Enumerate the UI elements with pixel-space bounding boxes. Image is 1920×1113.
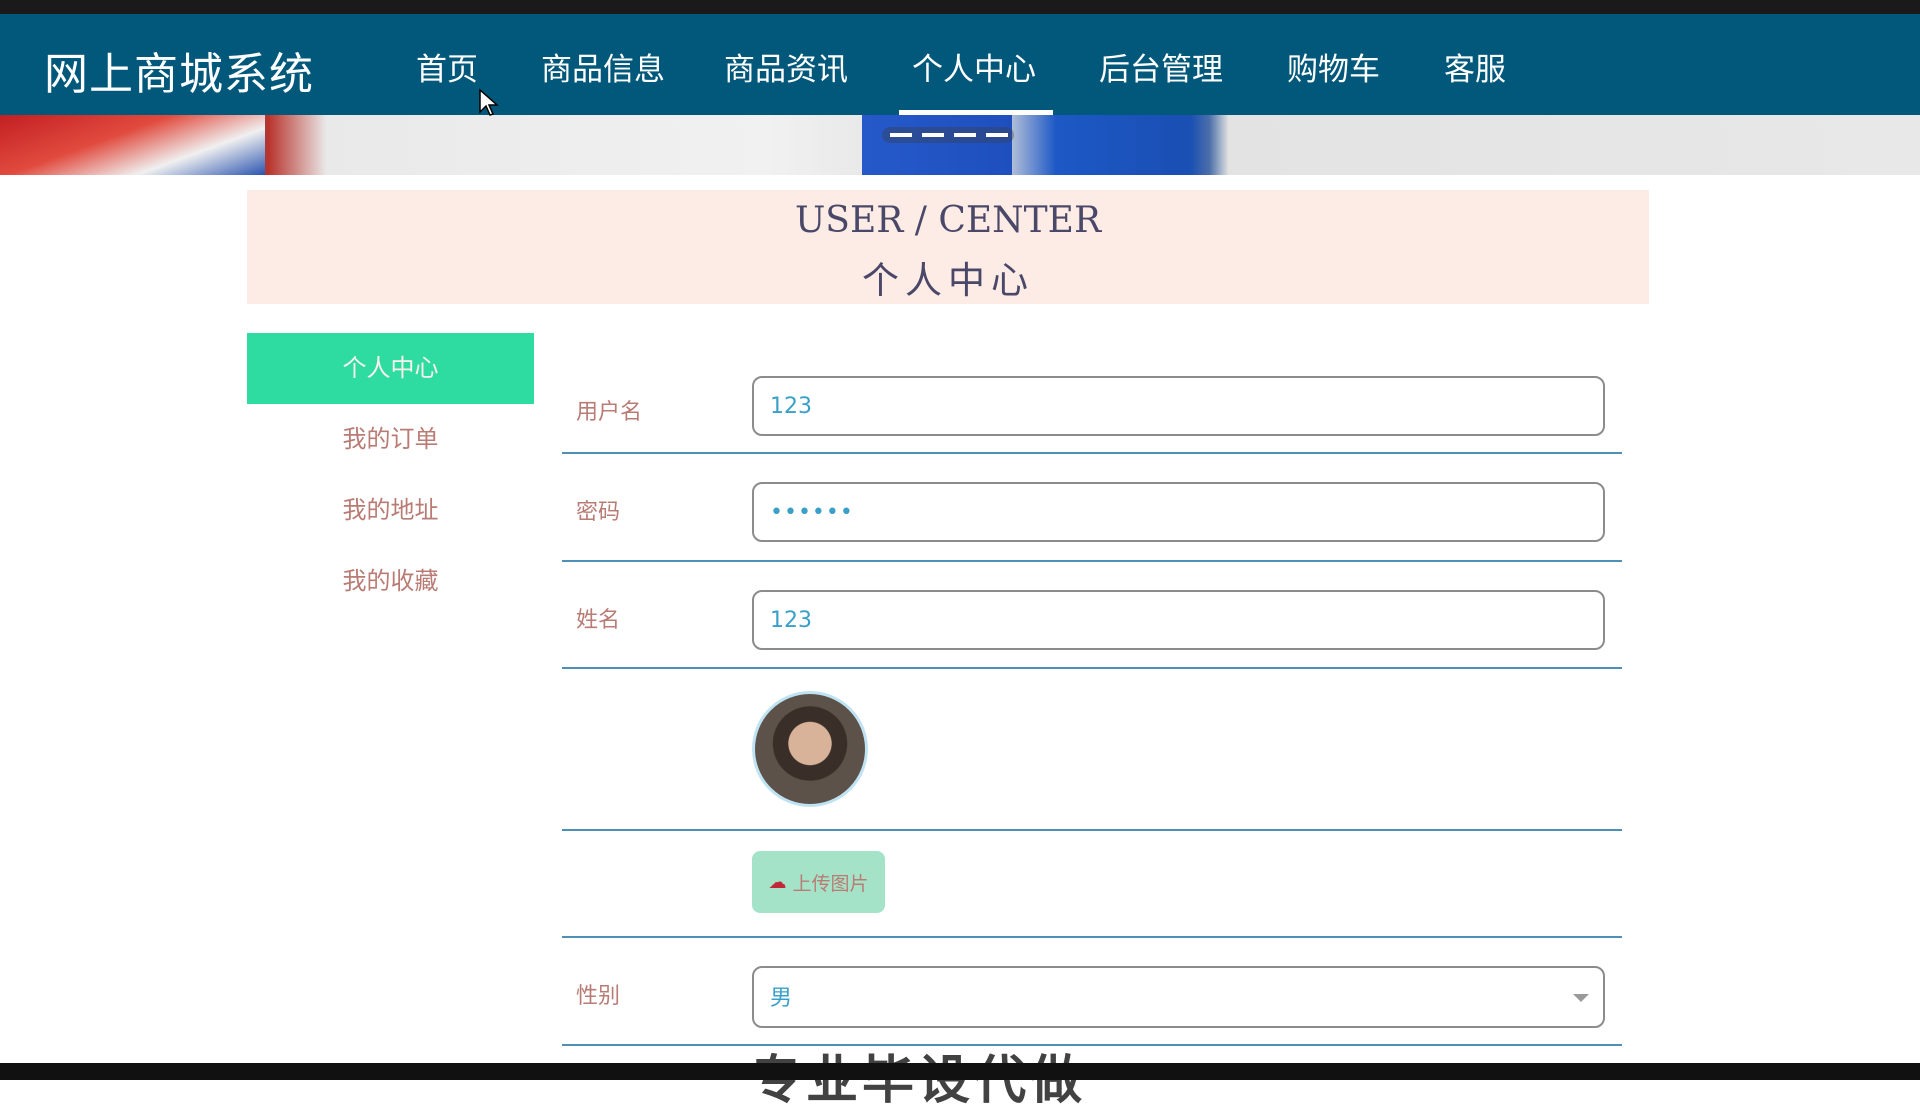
- sidebar-item-favorites[interactable]: 我的收藏: [247, 546, 534, 617]
- nav-home[interactable]: 首页: [416, 44, 478, 88]
- banner-image-center: [862, 115, 1012, 175]
- banner-carousel[interactable]: [0, 115, 1920, 175]
- nav-products[interactable]: 商品信息: [541, 44, 665, 88]
- brand-title: 网上商城系统: [44, 49, 314, 100]
- sidebar-item-user-center[interactable]: 个人中心: [247, 333, 534, 404]
- avatar: [752, 691, 868, 807]
- carousel-dot[interactable]: [890, 133, 912, 137]
- form-row-password: 密码 ••••••: [562, 454, 1622, 562]
- cloud-upload-icon: ☁: [768, 871, 787, 893]
- carousel-dot[interactable]: [986, 133, 1008, 137]
- mouse-cursor-icon: [479, 88, 499, 116]
- page-title-section: USER / CENTER 个人中心: [247, 190, 1649, 304]
- form-row-upload: ☁ 上传图片: [562, 831, 1622, 938]
- name-label: 姓名: [576, 608, 621, 633]
- username-label: 用户名: [576, 400, 643, 425]
- upload-image-button[interactable]: ☁ 上传图片: [752, 851, 885, 913]
- form-row-username: 用户名 123: [562, 360, 1622, 454]
- nav-admin[interactable]: 后台管理: [1099, 44, 1223, 88]
- form-row-avatar: [562, 669, 1622, 831]
- nav-cart[interactable]: 购物车: [1287, 44, 1380, 88]
- carousel-indicators: [882, 127, 1014, 143]
- name-input[interactable]: 123: [752, 590, 1605, 650]
- carousel-dot[interactable]: [954, 133, 976, 137]
- password-label: 密码: [576, 500, 621, 525]
- page-title-cn: 个人中心: [862, 259, 1034, 302]
- nav-user-center[interactable]: 个人中心: [912, 44, 1036, 88]
- form-row-gender: 性别 男: [562, 938, 1622, 1046]
- carousel-dot[interactable]: [922, 133, 944, 137]
- gender-label: 性别: [576, 984, 621, 1009]
- screen-bottom-edge: [0, 1063, 1920, 1080]
- nav-news[interactable]: 商品资讯: [724, 44, 848, 88]
- page-title-en: USER / CENTER: [794, 200, 1102, 241]
- upload-button-label: 上传图片: [792, 872, 869, 895]
- screen-top-edge: [0, 0, 1920, 14]
- nav-customer-service[interactable]: 客服: [1444, 44, 1506, 88]
- gender-selected-value: 男: [770, 986, 793, 1011]
- password-input[interactable]: ••••••: [752, 482, 1605, 542]
- sidebar-item-addresses[interactable]: 我的地址: [247, 475, 534, 546]
- top-navbar: 网上商城系统 首页 商品信息 商品资讯 个人中心 后台管理 购物车 客服: [0, 14, 1920, 115]
- gender-select[interactable]: 男: [752, 966, 1605, 1028]
- banner-image-left: [0, 115, 265, 175]
- username-input[interactable]: 123: [752, 376, 1605, 436]
- sidebar-item-orders[interactable]: 我的订单: [247, 404, 534, 475]
- chevron-down-icon: [1573, 994, 1589, 1002]
- form-row-name: 姓名 123: [562, 562, 1622, 669]
